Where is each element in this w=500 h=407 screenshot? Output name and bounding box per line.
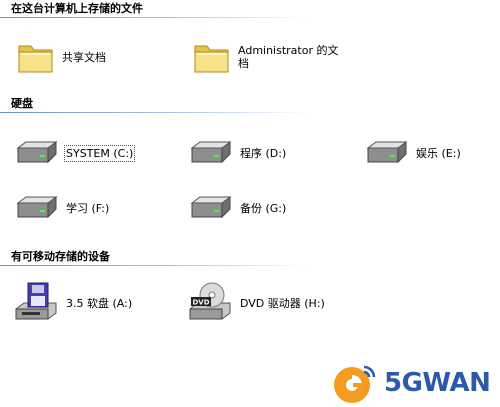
drive-item-a[interactable]: 3.5 软盘 (A:) (14, 281, 132, 325)
section-header-removable: 有可移动存储的设备 (0, 250, 500, 266)
drive-item-h[interactable]: DVD DVD 驱动器 (H:) (188, 281, 325, 325)
folder-label: 共享文档 (62, 50, 106, 64)
hard-drive-icon (190, 196, 232, 219)
folder-item-admin-docs[interactable]: Administrator 的文档 (192, 38, 348, 76)
hard-drive-icon (16, 141, 58, 164)
svg-text:DVD: DVD (192, 299, 209, 307)
hard-drive-icon (190, 141, 232, 164)
drive-label: SYSTEM (C:) (63, 144, 136, 162)
drive-item-f[interactable]: 学习 (F:) (14, 195, 109, 221)
folder-icon (18, 45, 53, 73)
section-header-drives: 硬盘 (0, 97, 500, 113)
hard-drive-icon (366, 141, 408, 164)
drive-label: 程序 (D:) (240, 146, 287, 160)
section-title: 有可移动存储的设备 (11, 250, 110, 263)
section-divider (0, 112, 310, 113)
folder-item-shared-docs[interactable]: 共享文档 (16, 38, 106, 76)
drive-label: DVD 驱动器 (H:) (240, 296, 325, 310)
drive-label: 3.5 软盘 (A:) (66, 296, 133, 310)
folder-icon (194, 45, 229, 73)
watermark-text: 5GWAN (384, 367, 491, 398)
floppy-drive-icon (15, 282, 57, 320)
section-title: 在这台计算机上存储的文件 (11, 2, 143, 15)
drive-item-d[interactable]: 程序 (D:) (188, 140, 286, 166)
section-header-files: 在这台计算机上存储的文件 (0, 2, 500, 18)
drive-label: 学习 (F:) (66, 201, 110, 215)
section-divider (0, 265, 310, 266)
drive-label: 娱乐 (E:) (416, 146, 461, 160)
section-divider (0, 17, 310, 18)
drive-item-g[interactable]: 备份 (G:) (188, 195, 286, 221)
logo-icon (334, 365, 376, 403)
folder-label: Administrator 的文档 (238, 44, 339, 70)
drive-label: 备份 (G:) (240, 201, 287, 215)
watermark-logo: 5GWAN (330, 358, 500, 407)
dvd-drive-icon: DVD (189, 282, 231, 320)
hard-drive-icon (16, 196, 58, 219)
drive-item-c[interactable]: SYSTEM (C:) (14, 140, 136, 166)
section-title: 硬盘 (11, 97, 33, 110)
drive-item-e[interactable]: 娱乐 (E:) (364, 140, 461, 166)
